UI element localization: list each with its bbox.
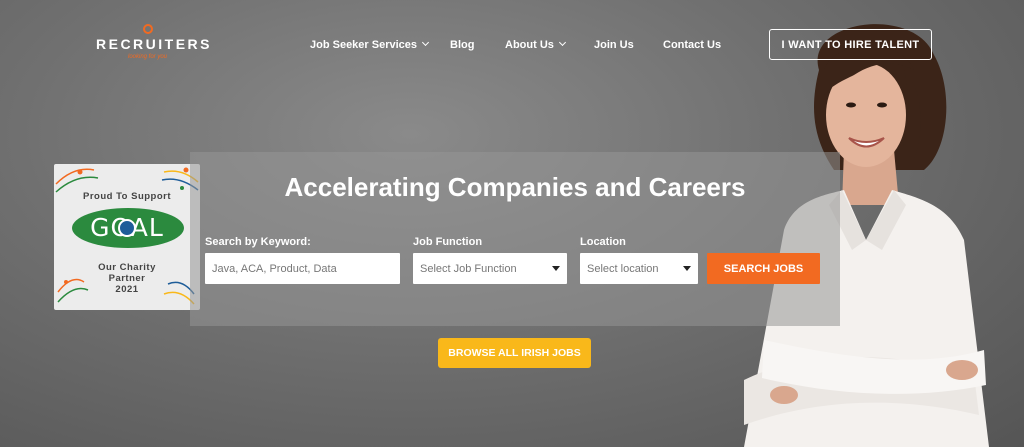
nav-join-us[interactable]: Join Us <box>594 39 634 51</box>
badge-line-1: Our Charity <box>98 262 156 273</box>
keyword-label: Search by Keyword: <box>205 236 311 248</box>
location-label: Location <box>580 236 626 248</box>
charity-partner-badge[interactable]: Proud To Support GOAL Our Charity Partne… <box>54 164 200 310</box>
location-value: Select location <box>587 262 659 275</box>
nav-blog[interactable]: Blog <box>450 39 474 51</box>
nav-job-seeker-services[interactable]: Job Seeker Services <box>310 38 430 51</box>
nav-contact-us[interactable]: Contact Us <box>663 39 721 51</box>
keyword-search-input[interactable] <box>212 262 400 275</box>
logo-ring-icon <box>143 24 153 34</box>
badge-top-text: Proud To Support <box>82 191 172 202</box>
job-function-label: Job Function <box>413 236 483 248</box>
job-function-select[interactable]: Select Job Function <box>413 253 567 284</box>
dropdown-caret-icon <box>552 266 560 271</box>
nav-label: Job Seeker Services <box>310 39 418 51</box>
brand-tagline: looking for you <box>128 54 168 60</box>
brand-name: RECRUITERS <box>96 36 213 52</box>
chevron-down-icon <box>558 38 566 47</box>
chevron-down-icon <box>421 38 430 47</box>
nav-label: About Us <box>505 39 554 51</box>
search-jobs-button[interactable]: SEARCH JOBS <box>707 253 820 284</box>
keyword-field-wrapper <box>205 253 400 284</box>
nav-label: Join Us <box>594 39 634 51</box>
nav-label: Blog <box>450 39 475 51</box>
nav-label: Contact Us <box>663 39 722 51</box>
badge-year: 2021 <box>115 284 139 295</box>
dropdown-caret-icon <box>683 266 691 271</box>
nav-about-us[interactable]: About Us <box>505 38 566 51</box>
globe-icon <box>118 219 136 237</box>
job-search-panel: Accelerating Companies and Careers Searc… <box>190 152 840 326</box>
brand-logo[interactable]: RECRUITERS looking for you <box>96 24 216 64</box>
location-select[interactable]: Select location <box>580 253 698 284</box>
hire-talent-button[interactable]: I WANT TO HIRE TALENT <box>769 29 932 60</box>
job-function-value: Select Job Function <box>420 262 517 275</box>
browse-all-jobs-button[interactable]: BROWSE ALL IRISH JOBS <box>438 338 591 368</box>
hero-headline: Accelerating Companies and Careers <box>284 172 746 202</box>
badge-line-2: Partner <box>108 273 146 284</box>
